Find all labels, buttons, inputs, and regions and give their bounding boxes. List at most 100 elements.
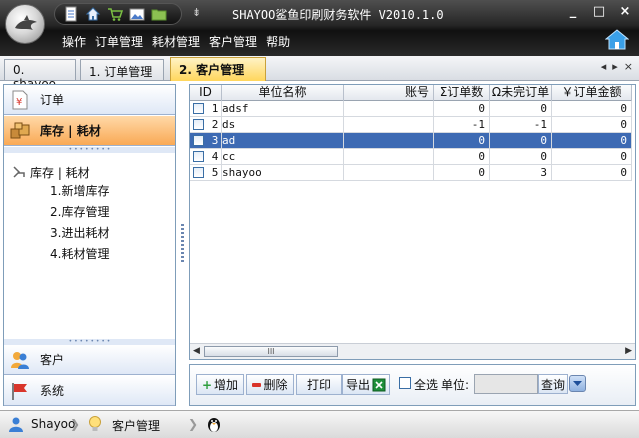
- table-row-selected[interactable]: 3 ad 0 0 0: [190, 133, 632, 149]
- grid-toolbar: + 增加 删除 打印 导出 全选 单位: 查询: [189, 364, 636, 406]
- grid-header: ID 单位名称 账号 Σ订单数 Ω未完订单 ￥订单金额: [190, 85, 632, 101]
- row-checkbox[interactable]: 1: [190, 101, 222, 117]
- maximize-button[interactable]: □: [591, 4, 607, 19]
- tree-item-stock-management[interactable]: 2.库存管理: [12, 202, 109, 223]
- unit-input[interactable]: [474, 374, 538, 394]
- sidebar-section-label: 客户: [40, 353, 65, 367]
- delete-button[interactable]: 删除: [246, 374, 294, 395]
- cell-unit-name: ds: [222, 117, 344, 133]
- column-header-order-amount[interactable]: ￥订单金额: [552, 85, 632, 101]
- menu-operate[interactable]: 操作: [62, 33, 86, 50]
- row-id: 5: [211, 166, 219, 179]
- home-icon[interactable]: [605, 28, 629, 50]
- cell-open-orders: 0: [490, 149, 552, 165]
- add-button[interactable]: + 增加: [196, 374, 244, 395]
- user-icon: [9, 417, 23, 432]
- row-checkbox[interactable]: 2: [190, 117, 222, 133]
- query-button[interactable]: 查询: [538, 374, 568, 394]
- menu-order-management[interactable]: 订单管理: [95, 33, 143, 50]
- sidebar-section-customers[interactable]: 客户: [4, 345, 175, 375]
- cart-icon[interactable]: [107, 6, 123, 22]
- column-header-account[interactable]: 账号: [344, 85, 434, 101]
- column-header-id[interactable]: ID: [190, 85, 222, 101]
- lightbulb-icon: [89, 416, 101, 431]
- cell-open-orders: 3: [490, 165, 552, 181]
- sidebar-splitter[interactable]: [179, 84, 187, 406]
- house-icon[interactable]: [85, 6, 101, 22]
- menu-bar: 操作 订单管理 耗材管理 客户管理 帮助: [62, 33, 290, 50]
- quick-access-dropdown[interactable]: ⇟: [192, 6, 201, 19]
- app-logo[interactable]: [5, 4, 45, 44]
- status-separator: ❯: [188, 417, 199, 431]
- sidebar-splitter-grip[interactable]: • • • • • • • •: [4, 147, 175, 153]
- minus-icon: [252, 382, 262, 387]
- column-header-open-orders[interactable]: Ω未完订单: [490, 85, 552, 101]
- cell-open-orders: 0: [490, 133, 552, 149]
- sidebar-section-inventory[interactable]: 库存 | 耗材: [4, 116, 175, 146]
- tab-prev-button[interactable]: ◂: [601, 60, 607, 73]
- minimize-button[interactable]: _: [565, 4, 581, 19]
- tab-close-button[interactable]: ×: [624, 60, 633, 73]
- menu-help[interactable]: 帮助: [266, 33, 290, 50]
- tab-shayoo[interactable]: 0. shayoo: [4, 59, 76, 91]
- tab-customer-management[interactable]: 2. 客户管理: [170, 57, 266, 81]
- sidebar-section-label: 库存 | 耗材: [40, 124, 101, 138]
- query-dropdown[interactable]: [569, 375, 586, 392]
- scroll-right-icon[interactable]: ▶: [625, 346, 632, 356]
- cell-unit-name: cc: [222, 149, 344, 165]
- column-header-order-count[interactable]: Σ订单数: [434, 85, 490, 101]
- export-button-label: 导出: [345, 378, 370, 392]
- status-separator: ❯: [70, 417, 81, 431]
- row-checkbox[interactable]: 3: [190, 133, 222, 149]
- inventory-tree: 库存 | 耗材 1.新增库存 2.库存管理 3.进出耗材 4.耗材管理: [12, 163, 109, 265]
- horizontal-scrollbar[interactable]: ◀ III ▶: [190, 343, 635, 359]
- close-button[interactable]: ×: [617, 4, 633, 19]
- cell-order-amount: 0: [552, 133, 632, 149]
- svg-text:¥: ¥: [16, 97, 22, 108]
- document-tab-bar: 0. shayoo 1. 订单管理 2. 客户管理 ◂ ▸ ×: [0, 56, 639, 91]
- cell-order-count: -1: [434, 117, 490, 133]
- tree-item-consumables-management[interactable]: 4.耗材管理: [12, 244, 109, 265]
- checkbox-icon: [192, 119, 204, 130]
- status-bar: Shayoo ❯ 客户管理 ❯: [0, 410, 639, 438]
- cell-order-count: 0: [434, 133, 490, 149]
- tab-navigation: ◂ ▸ ×: [601, 60, 633, 73]
- folder-icon[interactable]: [151, 6, 167, 22]
- image-icon[interactable]: [129, 6, 145, 22]
- tab-next-button[interactable]: ▸: [612, 60, 618, 73]
- sidebar-section-label: 订单: [40, 93, 65, 107]
- cell-order-amount: 0: [552, 165, 632, 181]
- sidebar-section-orders[interactable]: ¥ 订单: [4, 85, 175, 115]
- tree-item-new-stock[interactable]: 1.新增库存: [12, 181, 109, 202]
- print-button[interactable]: 打印: [296, 374, 342, 395]
- scroll-left-icon[interactable]: ◀: [193, 346, 200, 356]
- checkbox-icon: [192, 135, 204, 146]
- penguin-icon: [208, 418, 220, 432]
- export-button[interactable]: 导出: [342, 374, 390, 395]
- cell-account: [344, 165, 434, 181]
- sidebar-section-label: 系统: [40, 384, 65, 398]
- menu-customer-management[interactable]: 客户管理: [209, 33, 257, 50]
- tree-root[interactable]: 库存 | 耗材: [12, 163, 109, 181]
- table-row[interactable]: 5 shayoo 0 3 0: [190, 165, 632, 181]
- tab-order-management[interactable]: 1. 订单管理: [80, 59, 164, 80]
- cell-open-orders: 0: [490, 101, 552, 117]
- table-row[interactable]: 1 adsf 0 0 0: [190, 101, 632, 117]
- menu-consumables-management[interactable]: 耗材管理: [152, 33, 200, 50]
- cell-account: [344, 149, 434, 165]
- excel-icon: [372, 378, 386, 391]
- shark-logo-icon: [15, 15, 37, 30]
- column-header-unit-name[interactable]: 单位名称: [222, 85, 344, 101]
- scroll-thumb[interactable]: III: [204, 346, 338, 357]
- app-title: SHAYOO鲨鱼印刷财务软件 V2010.1.0: [232, 8, 444, 22]
- tree-arrow-icon: [13, 166, 25, 178]
- table-row[interactable]: 2 ds -1 -1 0: [190, 117, 632, 133]
- table-row[interactable]: 4 cc 0 0 0: [190, 149, 632, 165]
- row-checkbox[interactable]: 4: [190, 149, 222, 165]
- row-checkbox[interactable]: 5: [190, 165, 222, 181]
- select-all-checkbox[interactable]: [399, 377, 411, 389]
- sidebar-section-system[interactable]: 系统: [4, 376, 175, 406]
- document-icon[interactable]: [63, 6, 79, 22]
- tree-item-consumables-io[interactable]: 3.进出耗材: [12, 223, 109, 244]
- quick-access-bar: [54, 3, 182, 25]
